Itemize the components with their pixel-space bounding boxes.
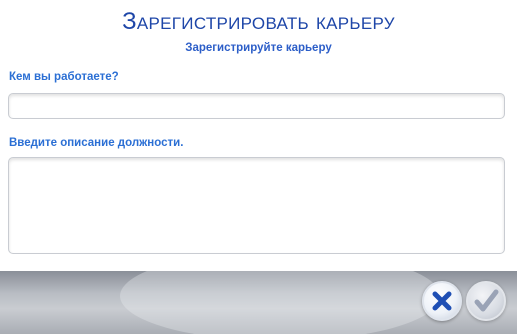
close-icon <box>432 291 452 311</box>
register-career-dialog: Зарегистрировать карьеру Зарегистрируйте… <box>0 0 517 334</box>
confirm-button[interactable] <box>466 281 506 321</box>
checkmark-icon <box>474 289 499 312</box>
job-description-label: Введите описание должности. <box>9 137 184 149</box>
job-title-input[interactable] <box>8 93 505 119</box>
dialog-subtitle: Зарегистрируйте карьеру <box>185 42 332 54</box>
job-description-textarea[interactable] <box>8 157 505 254</box>
cancel-button[interactable] <box>422 281 462 321</box>
job-title-label: Кем вы работаете? <box>9 71 119 83</box>
dialog-title: Зарегистрировать карьеру <box>122 8 395 35</box>
